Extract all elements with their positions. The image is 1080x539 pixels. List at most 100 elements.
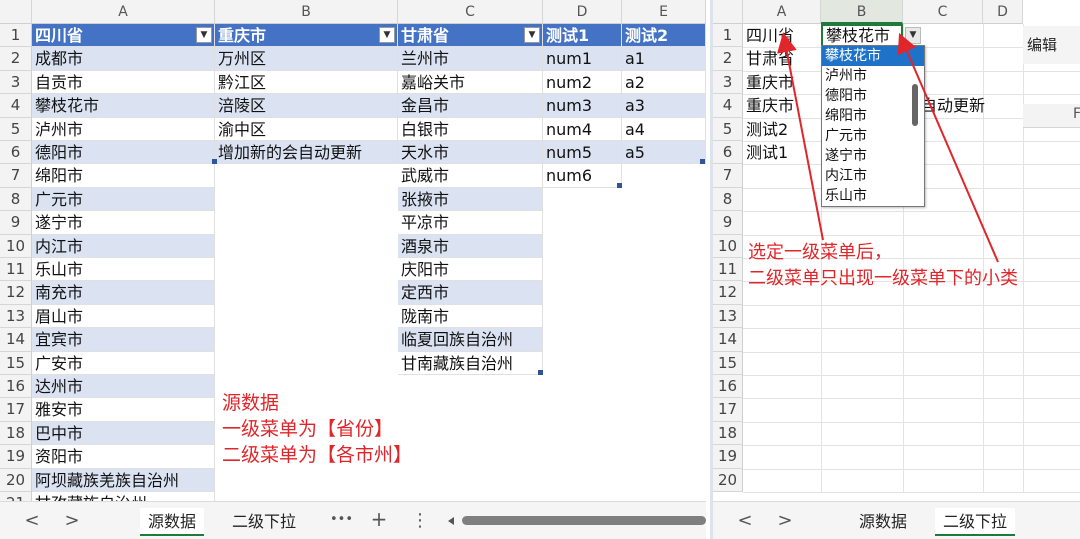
table-cell[interactable]: num2: [543, 70, 622, 95]
table-cell[interactable]: 内江市: [32, 234, 215, 258]
row-header[interactable]: 6: [0, 141, 32, 165]
row-header[interactable]: 17: [0, 398, 32, 422]
tab-next-button[interactable]: >: [62, 510, 82, 531]
table-cell[interactable]: a2: [622, 70, 706, 95]
table-cell[interactable]: 甘南藏族自治州: [398, 351, 543, 375]
table-resize-handle[interactable]: [700, 159, 705, 165]
table-cell[interactable]: 兰州市: [398, 47, 543, 71]
horizontal-scrollbar[interactable]: [462, 516, 706, 525]
table-cell[interactable]: 巴中市: [32, 421, 215, 446]
table-cell[interactable]: 达州市: [32, 375, 215, 399]
row-header[interactable]: 2: [0, 47, 32, 71]
more-tabs-button[interactable]: •••: [330, 512, 353, 527]
table-cell[interactable]: 广安市: [32, 351, 215, 375]
row-header[interactable]: 16: [713, 375, 743, 399]
table-cell[interactable]: 乐山市: [32, 258, 215, 282]
table-cell[interactable]: 酒泉市: [398, 234, 543, 258]
row-header[interactable]: 9: [0, 211, 32, 235]
table-cell[interactable]: 宜宾市: [32, 328, 215, 352]
table-cell[interactable]: num4: [543, 117, 622, 141]
row-header[interactable]: 20: [0, 468, 32, 492]
table-cell[interactable]: num1: [543, 47, 622, 71]
table-resize-handle[interactable]: [617, 182, 622, 188]
table-cell[interactable]: 涪陵区: [215, 94, 398, 118]
table-cell[interactable]: 阿坝藏族羌族自治州: [32, 468, 215, 492]
table-cell[interactable]: 眉山市: [32, 304, 215, 329]
table-cell[interactable]: 万州区: [215, 47, 398, 71]
column-header[interactable]: C: [398, 0, 543, 24]
table-cell[interactable]: 遂宁市: [32, 211, 215, 235]
row-header[interactable]: 7: [0, 164, 32, 188]
table-cell[interactable]: 天水市: [398, 141, 543, 165]
table-cell[interactable]: a4: [622, 117, 706, 141]
table-header-cell[interactable]: 测试1: [543, 24, 622, 48]
column-header[interactable]: A: [32, 0, 215, 24]
column-header[interactable]: D: [543, 0, 622, 24]
tab-prev-button[interactable]: <: [22, 510, 42, 531]
table-cell[interactable]: 平凉市: [398, 211, 543, 235]
row-header[interactable]: 17: [713, 398, 743, 422]
row-header[interactable]: 12: [0, 281, 32, 305]
add-sheet-button[interactable]: +: [369, 507, 389, 531]
table-cell[interactable]: 南充市: [32, 281, 215, 305]
table-cell[interactable]: 成都市: [32, 47, 215, 71]
table-header-cell[interactable]: 测试2: [622, 24, 706, 48]
table-cell[interactable]: 张掖市: [398, 187, 543, 212]
row-header[interactable]: 3: [0, 70, 32, 95]
table-cell[interactable]: num3: [543, 94, 622, 118]
table-cell[interactable]: 金昌市: [398, 94, 543, 118]
table-header-cell[interactable]: 四川省 ▼: [32, 24, 215, 48]
table-cell[interactable]: 雅安市: [32, 398, 215, 422]
table-cell[interactable]: 广元市: [32, 187, 215, 212]
row-header[interactable]: 18: [0, 421, 32, 446]
table-cell[interactable]: num5: [543, 141, 622, 165]
table-cell[interactable]: 自贡市: [32, 70, 215, 95]
table-cell[interactable]: 渝中区: [215, 117, 398, 141]
table-cell[interactable]: a1: [622, 47, 706, 71]
row-header[interactable]: 13: [713, 304, 743, 329]
table-cell[interactable]: 黔江区: [215, 70, 398, 95]
table-header-cell[interactable]: 甘肃省 ▼: [398, 24, 543, 48]
table-cell[interactable]: 泸州市: [32, 117, 215, 141]
filter-dropdown-icon[interactable]: ▼: [524, 27, 540, 43]
row-header[interactable]: 15: [713, 351, 743, 375]
tab-source-data[interactable]: 源数据: [140, 508, 205, 536]
row-header[interactable]: 5: [0, 117, 32, 141]
row-header[interactable]: 14: [0, 328, 32, 352]
row-header[interactable]: 19: [0, 445, 32, 469]
table-cell[interactable]: 资阳市: [32, 445, 215, 469]
table-cell[interactable]: 嘉峪关市: [398, 70, 543, 95]
row-header[interactable]: 10: [0, 234, 32, 258]
row-header[interactable]: 15: [0, 351, 32, 375]
sheet-menu-button[interactable]: ⋮: [410, 510, 430, 531]
row-header[interactable]: 1: [0, 24, 32, 48]
table-cell[interactable]: 临夏回族自治州: [398, 328, 543, 352]
table-resize-handle[interactable]: [212, 159, 217, 165]
column-header[interactable]: B: [215, 0, 398, 24]
tab-second-dropdown[interactable]: 二级下拉: [224, 508, 304, 536]
filter-dropdown-icon[interactable]: ▼: [379, 27, 395, 43]
row-header[interactable]: 11: [0, 258, 32, 282]
scroll-left-icon[interactable]: [446, 517, 454, 525]
table-cell[interactable]: 攀枝花市: [32, 94, 215, 118]
table-resize-handle[interactable]: [538, 370, 543, 375]
table-cell[interactable]: 白银市: [398, 117, 543, 141]
table-cell[interactable]: 绵阳市: [32, 164, 215, 188]
select-all-corner[interactable]: [0, 0, 32, 24]
table-cell[interactable]: a3: [622, 94, 706, 118]
row-header[interactable]: 4: [0, 94, 32, 118]
row-header[interactable]: 8: [0, 187, 32, 212]
table-cell[interactable]: num6: [543, 164, 622, 188]
row-header[interactable]: 14: [713, 328, 743, 352]
table-cell[interactable]: 定西市: [398, 281, 543, 305]
tab-source-data[interactable]: 源数据: [851, 508, 915, 536]
tab-second-dropdown[interactable]: 二级下拉: [935, 508, 1016, 536]
filter-dropdown-icon[interactable]: ▼: [196, 27, 212, 43]
table-cell[interactable]: 武威市: [398, 164, 543, 188]
table-cell[interactable]: 德阳市: [32, 141, 215, 165]
row-header[interactable]: 13: [0, 304, 32, 329]
tab-next-button[interactable]: >: [775, 510, 795, 531]
row-header[interactable]: 20: [713, 468, 743, 492]
column-header[interactable]: E: [622, 0, 706, 24]
row-header[interactable]: 18: [713, 421, 743, 446]
